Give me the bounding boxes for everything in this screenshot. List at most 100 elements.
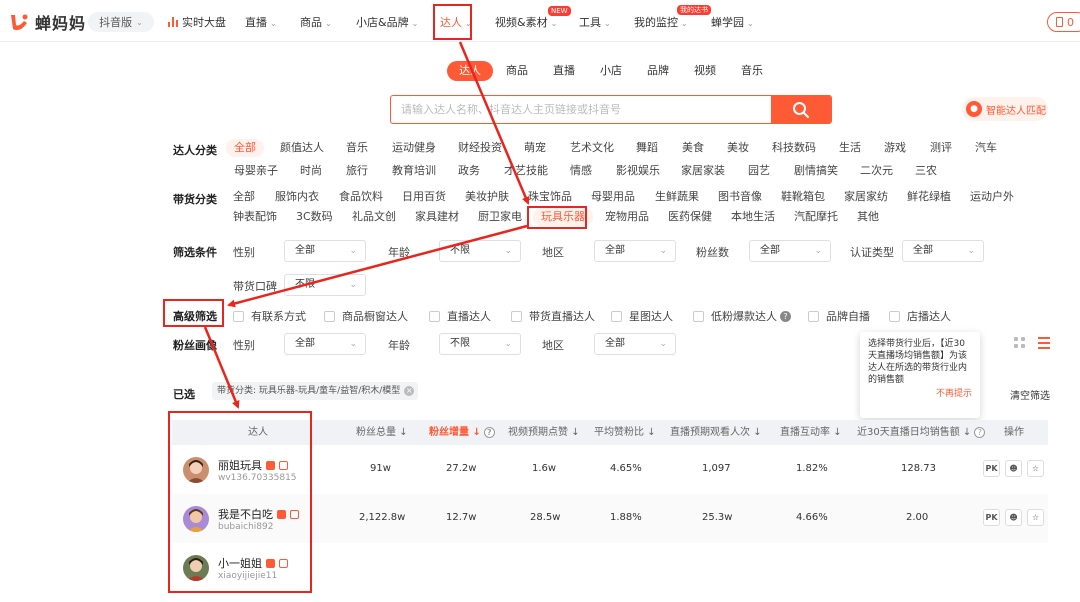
gender-select[interactable]: 全部 ⌄	[284, 240, 366, 262]
logo[interactable]: 蝉妈妈	[8, 10, 86, 34]
goods-chip[interactable]: 其他	[857, 208, 879, 226]
goods-chip[interactable]: 礼品文创	[352, 208, 396, 226]
category-chip[interactable]: 颜值达人	[280, 139, 324, 157]
goods-chip[interactable]: 图书音像	[718, 188, 762, 206]
category-chip[interactable]: 美妆	[727, 139, 749, 157]
search-button[interactable]	[771, 96, 831, 123]
pk-button[interactable]: PK	[983, 509, 1000, 526]
contact-icon[interactable]: ☻	[1005, 509, 1022, 526]
category-chip[interactable]: 美食	[682, 139, 704, 157]
nav-goods[interactable]: 商品 ⌄	[300, 14, 332, 30]
goods-chip[interactable]: 医药保健	[668, 208, 712, 226]
category-chip[interactable]: 政务	[458, 162, 480, 180]
category-chip[interactable]: 测评	[930, 139, 952, 157]
goods-chip[interactable]: 珠宝饰品	[528, 188, 572, 206]
help-icon[interactable]: ?	[974, 427, 986, 438]
checkbox[interactable]	[889, 310, 900, 322]
category-chip[interactable]: 汽车	[975, 139, 997, 157]
goods-chip[interactable]: 家居家纺	[844, 188, 888, 206]
goods-chip[interactable]: 鲜花绿植	[907, 188, 951, 206]
pk-button[interactable]: PK	[983, 460, 1000, 477]
tab-talent[interactable]: 达人	[447, 61, 493, 81]
check-live-sale[interactable]: 带货直播达人	[511, 308, 595, 324]
check-brand-self[interactable]: 品牌自播	[808, 308, 870, 324]
reputation-select[interactable]: 不限 ⌄	[284, 274, 366, 296]
tab-video[interactable]: 视频	[694, 61, 716, 81]
category-chip[interactable]: 萌宠	[524, 139, 546, 157]
category-chip[interactable]: 科技数码	[772, 139, 816, 157]
region-select[interactable]: 全部 ⌄	[594, 240, 676, 262]
category-chip[interactable]: 教育培训	[392, 162, 436, 180]
check-store-live[interactable]: 店播达人	[889, 308, 951, 324]
category-chip[interactable]: 二次元	[860, 162, 893, 180]
close-icon[interactable]: ×	[404, 386, 415, 396]
goods-chip[interactable]: 全部	[233, 188, 255, 206]
goods-chip[interactable]: 母婴用品	[591, 188, 635, 206]
portrait-gender-select[interactable]: 全部 ⌄	[284, 333, 366, 355]
category-chip[interactable]: 旅行	[346, 162, 368, 180]
grid-view-icon[interactable]	[1014, 337, 1026, 349]
goods-chip[interactable]: 服饰内衣	[275, 188, 319, 206]
clear-filter-link[interactable]: 清空筛选	[1010, 387, 1050, 402]
goods-chip[interactable]: 家具建材	[415, 208, 459, 226]
check-star[interactable]: 星图达人	[611, 308, 673, 324]
checkbox[interactable]	[808, 310, 819, 322]
tab-shop[interactable]: 小店	[600, 61, 622, 81]
category-chip[interactable]: 运动健身	[392, 139, 436, 157]
nav-live[interactable]: 直播 ⌄	[245, 14, 277, 30]
category-chip[interactable]: 三农	[915, 162, 937, 180]
category-chip[interactable]: 舞蹈	[636, 139, 658, 157]
nav-monitor[interactable]: 我的监控 ⌄	[634, 14, 688, 30]
category-chip[interactable]: 情感	[570, 162, 592, 180]
th-fans-growth[interactable]: 粉丝增量 ↓?	[429, 420, 495, 445]
goods-chip[interactable]: 运动户外	[970, 188, 1014, 206]
category-chip[interactable]: 影视娱乐	[616, 162, 660, 180]
goods-chip[interactable]: 宠物用品	[605, 208, 649, 226]
goods-chip[interactable]: 本地生活	[731, 208, 775, 226]
portrait-region-select[interactable]: 全部 ⌄	[594, 333, 676, 355]
goods-chip[interactable]: 食品饮料	[339, 188, 383, 206]
check-low-fans[interactable]: 低粉爆款达人?	[693, 308, 791, 324]
fans-select[interactable]: 全部 ⌄	[749, 240, 831, 262]
category-chip[interactable]: 母婴亲子	[234, 162, 278, 180]
check-window[interactable]: 商品橱窗达人	[324, 308, 408, 324]
tab-brand[interactable]: 品牌	[647, 61, 669, 81]
th-like-ratio[interactable]: 平均赞粉比 ↓	[594, 420, 656, 445]
help-icon[interactable]: ?	[780, 310, 791, 322]
version-select[interactable]: 抖音版 ⌄	[88, 12, 154, 32]
category-chip[interactable]: 时尚	[300, 162, 322, 180]
age-select[interactable]: 不限 ⌄	[439, 240, 521, 262]
category-chip[interactable]: 家居家装	[681, 162, 725, 180]
star-icon[interactable]: ☆	[1027, 460, 1044, 477]
tab-live[interactable]: 直播	[553, 61, 575, 81]
category-chip[interactable]: 园艺	[748, 162, 770, 180]
goods-chip[interactable]: 日用百货	[402, 188, 446, 206]
category-chip[interactable]: 游戏	[884, 139, 906, 157]
check-live[interactable]: 直播达人	[429, 308, 491, 324]
goods-chip[interactable]: 汽配摩托	[794, 208, 838, 226]
goods-chip[interactable]: 鞋靴箱包	[781, 188, 825, 206]
smart-match-button[interactable]: ● 智能达人匹配	[962, 97, 1048, 121]
list-view-icon[interactable]	[1038, 337, 1050, 349]
tab-music[interactable]: 音乐	[741, 61, 763, 81]
th-live-views[interactable]: 直播预期观看人次 ↓	[670, 420, 762, 445]
goods-chip[interactable]: 3C数码	[296, 208, 333, 226]
help-icon[interactable]: ?	[483, 427, 495, 438]
app-download-button[interactable]: 0	[1047, 12, 1080, 32]
category-chip[interactable]: 艺术文化	[570, 139, 614, 157]
category-chip[interactable]: 全部	[226, 139, 264, 157]
search-input[interactable]	[391, 96, 771, 123]
checkbox[interactable]	[693, 310, 704, 322]
checkbox[interactable]	[233, 310, 244, 322]
category-chip[interactable]: 音乐	[346, 139, 368, 157]
goods-chip[interactable]: 生鲜蔬果	[655, 188, 699, 206]
category-chip[interactable]: 财经投资	[458, 139, 502, 157]
cert-select[interactable]: 全部 ⌄	[902, 240, 984, 262]
nav-tools[interactable]: 工具 ⌄	[579, 14, 611, 30]
category-chip[interactable]: 生活	[839, 139, 861, 157]
star-icon[interactable]: ☆	[1027, 509, 1044, 526]
portrait-age-select[interactable]: 不限 ⌄	[439, 333, 521, 355]
nav-realtime[interactable]: 实时大盘	[168, 14, 226, 30]
checkbox[interactable]	[611, 310, 622, 322]
category-chip[interactable]: 剧情搞笑	[794, 162, 838, 180]
